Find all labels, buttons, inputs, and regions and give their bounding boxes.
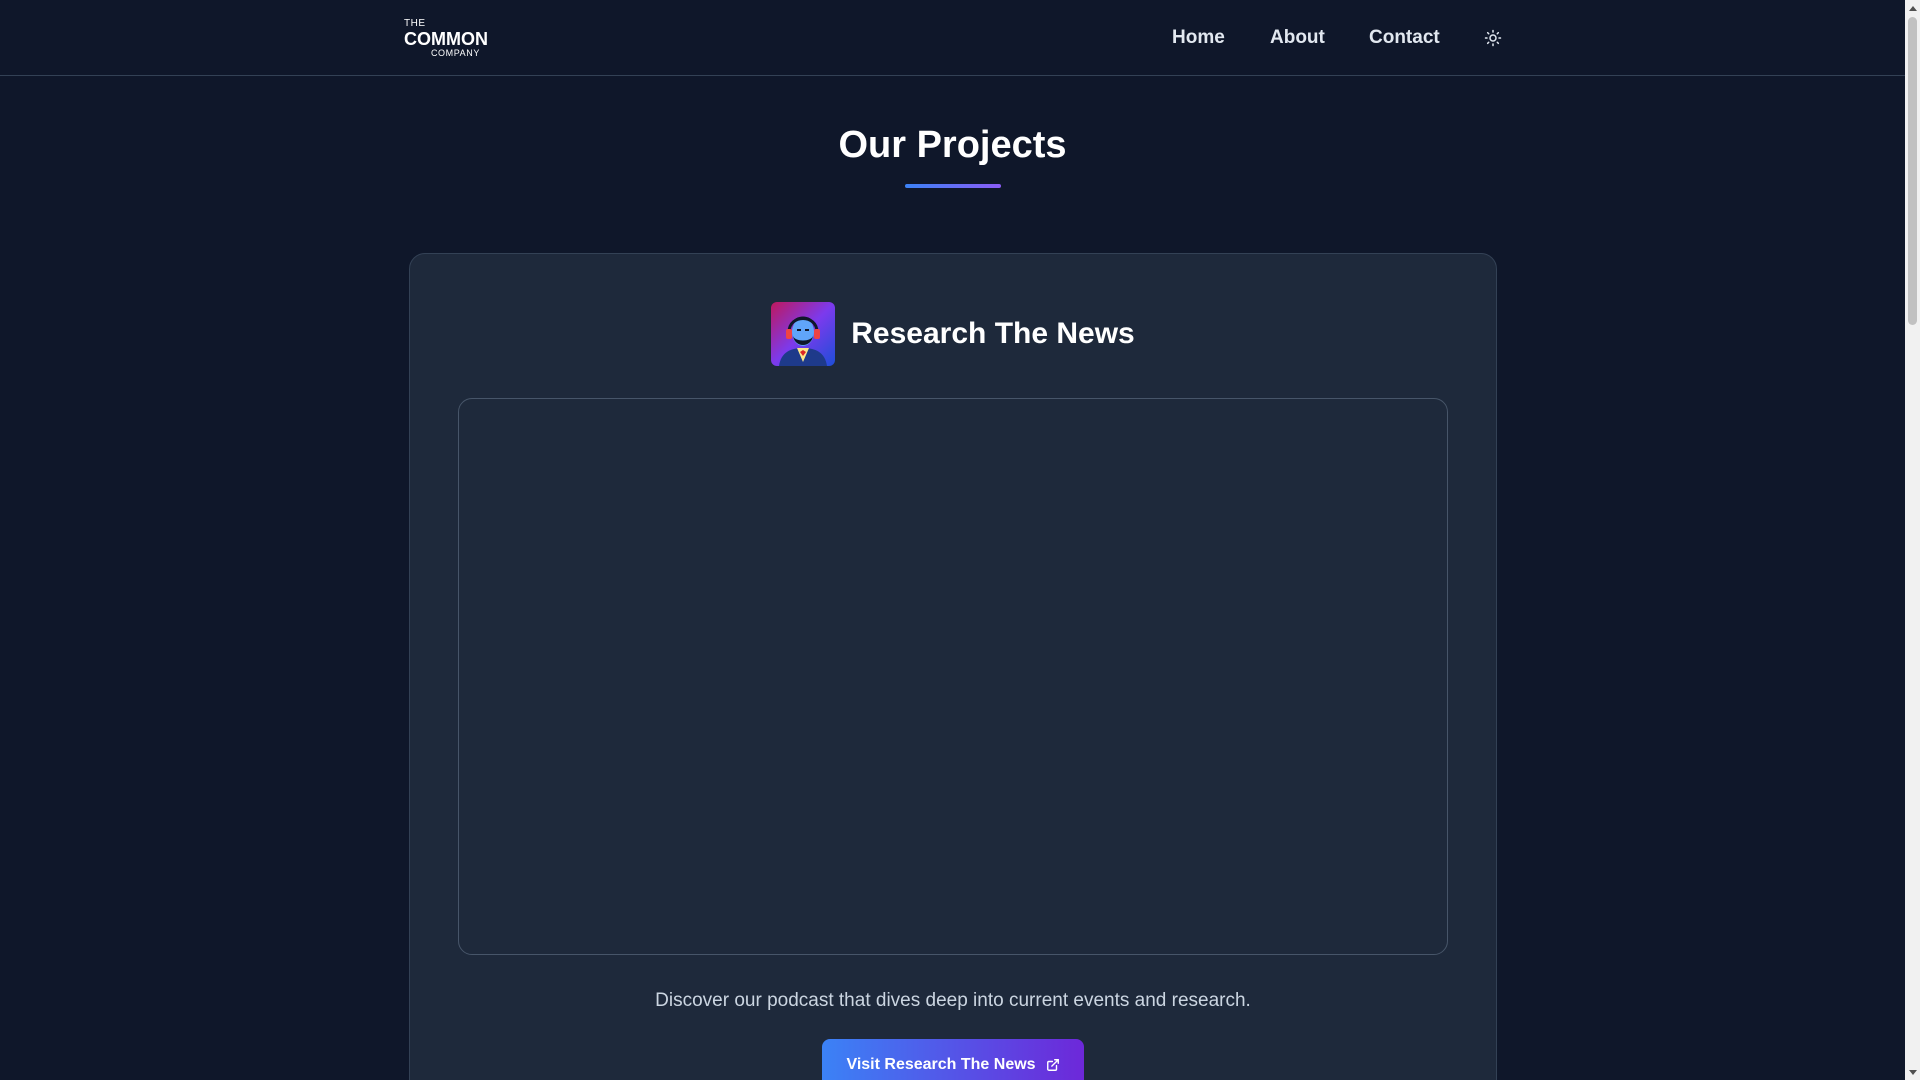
project-description: Discover our podcast that dives deep int… (655, 990, 1251, 1011)
project-title: Research The News (851, 317, 1135, 350)
podcast-embed-frame[interactable] (458, 398, 1448, 955)
title-underline (905, 184, 1001, 188)
podcast-avatar-icon (771, 302, 836, 366)
nav-home-link[interactable]: Home (1172, 27, 1225, 49)
main-nav: Home About Contact (0, 0, 1905, 76)
scrollbar-thumb[interactable] (1908, 17, 1917, 325)
visit-project-button[interactable]: Visit Research The News (822, 1039, 1084, 1080)
project-card: Research The News Discover our podcast t… (409, 253, 1497, 1080)
theme-toggle-button[interactable] (1482, 27, 1504, 49)
nav-about-link[interactable]: About (1270, 27, 1325, 49)
page-scrollbar[interactable] (1905, 0, 1920, 1080)
page: THE COMMON COMPANY Home About Contact Ou… (0, 0, 1905, 1080)
section-title: Our Projects (838, 124, 1067, 166)
visit-button-label: Visit Research The News (846, 1056, 1036, 1073)
external-link-icon (1046, 1059, 1059, 1071)
nav-contact-link[interactable]: Contact (1369, 27, 1440, 49)
project-header: Research The News (410, 302, 1496, 366)
scroll-down-arrow-icon[interactable] (1905, 1065, 1920, 1080)
navbar: THE COMMON COMPANY Home About Contact (0, 0, 1905, 76)
sun-icon (1484, 29, 1502, 47)
scroll-up-arrow-icon[interactable] (1905, 0, 1920, 15)
